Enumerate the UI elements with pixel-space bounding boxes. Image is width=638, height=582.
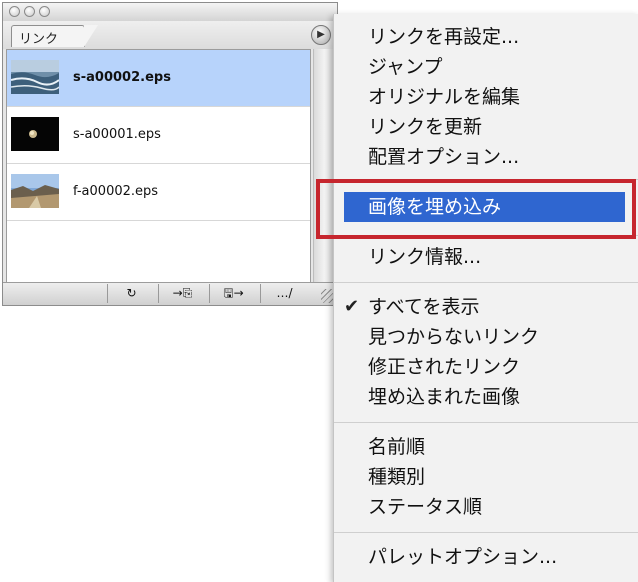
menu-item-go-to-link[interactable]: ジャンプ — [334, 52, 638, 82]
menu-separator — [334, 282, 638, 283]
menu-item-sort-by-name[interactable]: 名前順 — [334, 432, 638, 462]
goto-link-button[interactable]: →⎘ — [158, 284, 206, 303]
list-item[interactable]: s-a00002.eps — [7, 50, 310, 107]
menu-item-palette-options[interactable]: パレットオプション... — [334, 542, 638, 572]
file-name: s-a00002.eps — [73, 70, 171, 85]
minimize-button[interactable] — [24, 6, 35, 17]
menu-item-show-modified[interactable]: 修正されたリンク — [334, 352, 638, 382]
panel-tab-row: リンク ▶ — [3, 21, 337, 49]
menu-item-show-all[interactable]: ✔ すべてを表示 — [334, 292, 638, 322]
update-link-button[interactable]: 🖫→ — [209, 284, 257, 303]
links-list: s-a00002.eps s-a00001.eps f-a00002.eps — [6, 49, 311, 283]
relink-icon: ↻ — [126, 286, 137, 300]
thumbnail-image — [11, 60, 59, 94]
thumbnail-image — [11, 117, 59, 151]
menu-item-edit-original[interactable]: オリジナルを編集 — [334, 82, 638, 112]
menu-item-link-information[interactable]: リンク情報... — [334, 242, 638, 272]
menu-item-update-link[interactable]: リンクを更新 — [334, 112, 638, 142]
file-name: s-a00001.eps — [73, 127, 161, 142]
menu-item-show-embedded[interactable]: 埋め込まれた画像 — [334, 382, 638, 412]
list-item[interactable]: s-a00001.eps — [7, 107, 310, 164]
panel-menu-button[interactable]: ▶ — [311, 25, 331, 45]
update-link-icon: 🖫→ — [223, 286, 244, 300]
edit-original-icon: …/ — [276, 286, 293, 300]
file-name: f-a00002.eps — [73, 184, 159, 199]
thumbnail-image — [11, 174, 59, 208]
tab-links-label: リンク — [19, 32, 59, 47]
menu-separator — [334, 422, 638, 423]
menu-separator — [334, 235, 638, 236]
tab-links[interactable]: リンク — [11, 25, 98, 47]
menu-separator — [334, 532, 638, 533]
menu-item-relink[interactable]: リンクを再設定... — [334, 22, 638, 52]
menu-item-show-missing[interactable]: 見つからないリンク — [334, 322, 638, 352]
checkmark-icon: ✔ — [344, 296, 360, 317]
menu-item-place-options[interactable]: 配置オプション... — [334, 142, 638, 172]
close-button[interactable] — [9, 6, 20, 17]
menu-item-sort-by-kind[interactable]: 種類別 — [334, 462, 638, 492]
list-item[interactable]: f-a00002.eps — [7, 164, 310, 221]
edit-original-button[interactable]: …/ — [260, 284, 308, 303]
menu-item-sort-by-status[interactable]: ステータス順 — [334, 492, 638, 522]
panel-titlebar[interactable] — [3, 3, 337, 22]
relink-button[interactable]: ↻ — [107, 284, 155, 303]
links-panel-menu: リンクを再設定... ジャンプ オリジナルを編集 リンクを更新 配置オプション.… — [333, 14, 638, 582]
goto-link-icon: →⎘ — [172, 286, 193, 300]
menu-item-embed-image[interactable]: 画像を埋め込み — [344, 192, 625, 222]
menu-separator — [334, 179, 638, 180]
menu-item-show-all-label: すべてを表示 — [368, 296, 480, 318]
zoom-button[interactable] — [39, 6, 50, 17]
panel-bottom-toolbar: ↻ →⎘ 🖫→ …/ — [3, 282, 337, 305]
triangle-right-icon: ▶ — [317, 29, 325, 40]
links-panel: リンク ▶ s-a00002.eps s-a00001.eps f-a00002… — [2, 2, 338, 306]
scrollbar[interactable] — [313, 49, 335, 283]
